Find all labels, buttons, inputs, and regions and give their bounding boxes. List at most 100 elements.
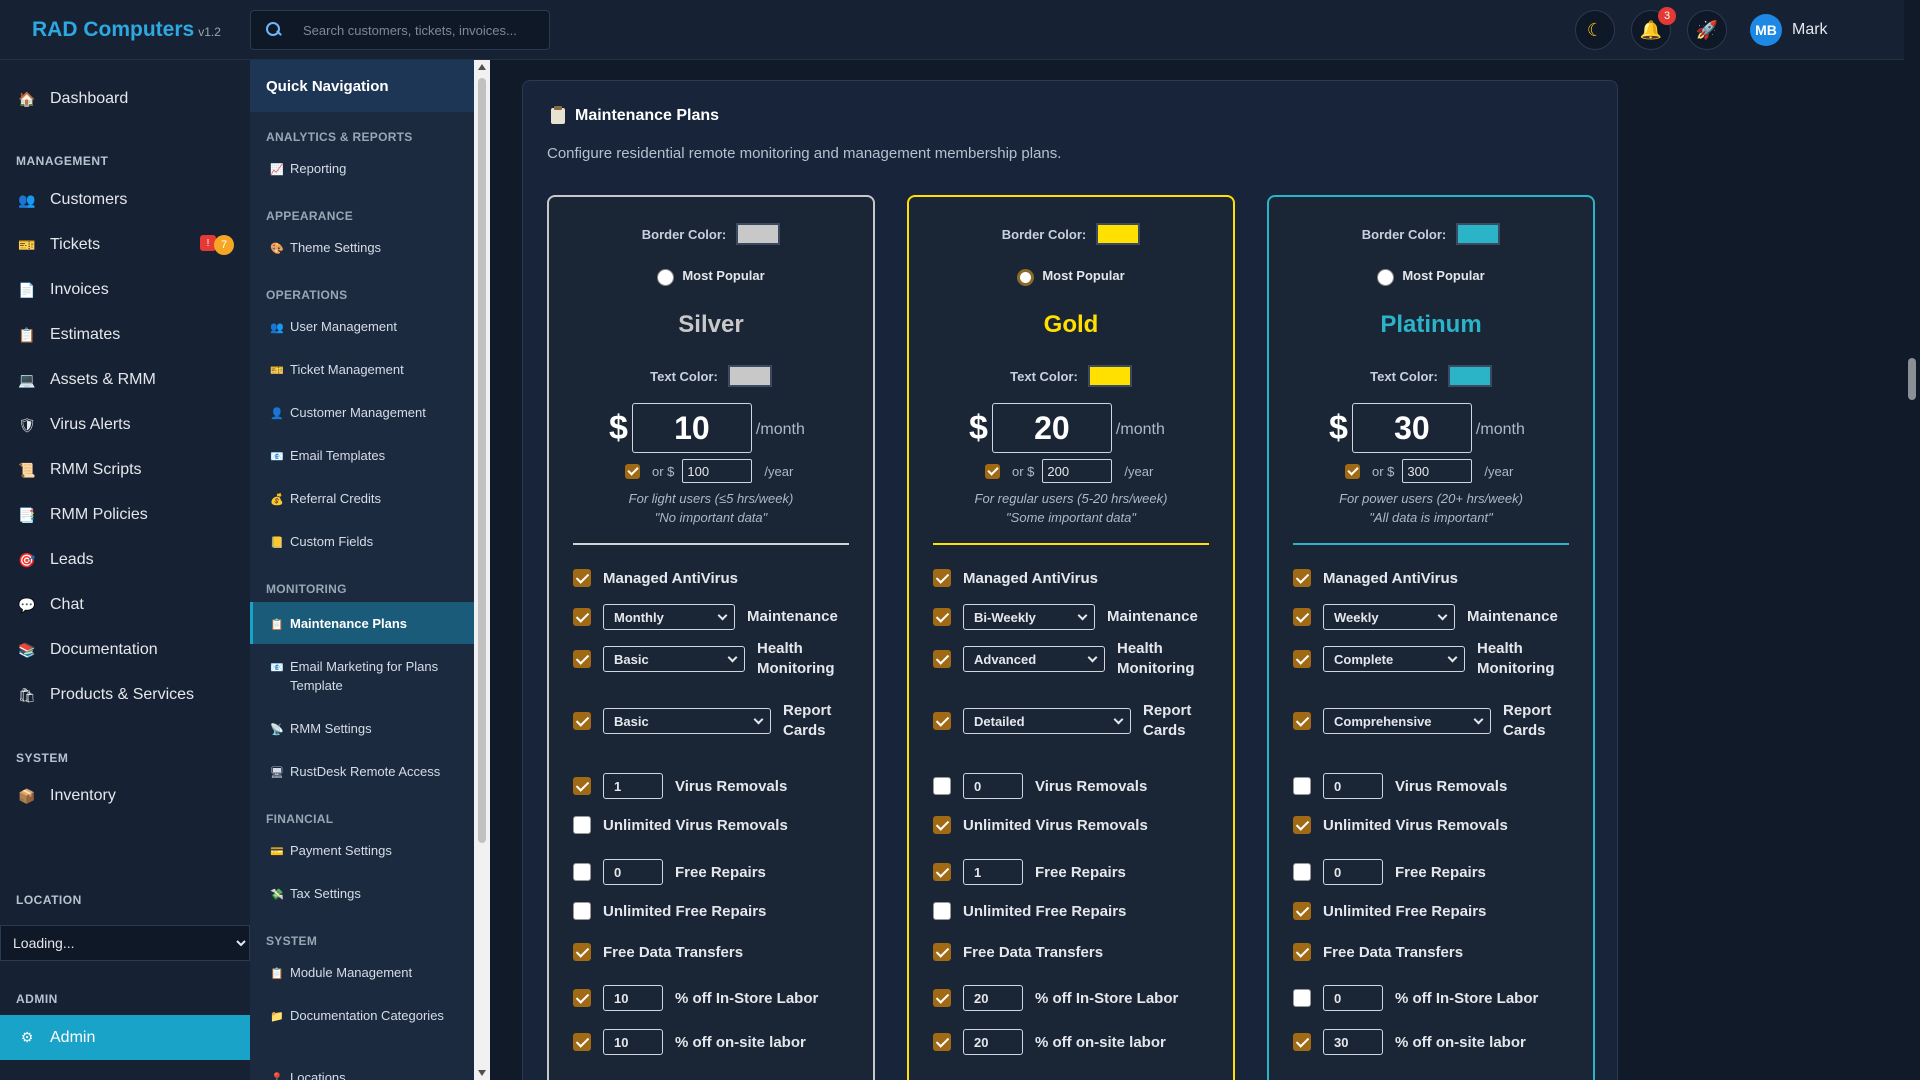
maintenance-frequency-select[interactable]: Bi-Weekly — [963, 604, 1095, 630]
border-color-picker[interactable] — [1096, 223, 1141, 245]
quicknav-scrollbar[interactable] — [474, 60, 490, 1080]
instore-labor-checkbox[interactable] — [573, 989, 591, 1007]
sidebar-item-tickets[interactable]: 🎫 Tickets ! 7 — [0, 225, 250, 265]
sidebar-item-rmm-policies[interactable]: 📑 RMM Policies — [0, 495, 250, 535]
search-input[interactable] — [303, 22, 543, 38]
monthly-price-input[interactable] — [631, 403, 752, 453]
quick-launch-button[interactable]: 🚀 — [1687, 10, 1727, 50]
free-repairs-checkbox[interactable] — [933, 863, 951, 881]
onsite-labor-input[interactable]: 30 — [1323, 1029, 1383, 1055]
text-color-picker[interactable] — [1087, 365, 1132, 387]
health-monitoring-checkbox[interactable] — [1293, 650, 1311, 668]
virus-removals-checkbox[interactable] — [933, 777, 951, 795]
report-cards-checkbox[interactable] — [1293, 712, 1311, 730]
sidebar-item-customers[interactable]: 👥 Customers — [0, 180, 250, 220]
onsite-labor-checkbox[interactable] — [933, 1033, 951, 1051]
most-popular-row[interactable]: Most Popular — [1269, 265, 1593, 286]
report-cards-checkbox[interactable] — [573, 712, 591, 730]
virus-removals-input[interactable]: 0 — [963, 773, 1023, 799]
yearly-price-input[interactable] — [1042, 459, 1113, 483]
free-repairs-checkbox[interactable] — [573, 863, 591, 881]
managed-antivirus-checkbox[interactable] — [1293, 569, 1311, 587]
sidebar-item-assets[interactable]: 💻 Assets & RMM — [0, 360, 250, 400]
maintenance-frequency-select[interactable]: Weekly — [1323, 604, 1455, 630]
most-popular-radio[interactable] — [657, 269, 675, 286]
maintenance-checkbox[interactable] — [1293, 608, 1311, 626]
sidebar-item-documentation[interactable]: 📚 Documentation — [0, 630, 250, 670]
sidebar-item-estimates[interactable]: 📋 Estimates — [0, 315, 250, 355]
qnav-item-email-templates[interactable]: 📧 Email Templates — [250, 446, 474, 465]
yearly-enabled-checkbox[interactable] — [625, 463, 640, 479]
instore-labor-checkbox[interactable] — [933, 989, 951, 1007]
instore-labor-input[interactable]: 20 — [963, 985, 1023, 1011]
onsite-labor-input[interactable]: 10 — [603, 1029, 663, 1055]
free-data-transfers-checkbox[interactable] — [933, 943, 951, 961]
monthly-price-input[interactable] — [1351, 403, 1472, 453]
managed-antivirus-checkbox[interactable] — [573, 569, 591, 587]
dark-mode-toggle[interactable]: ☾ — [1575, 10, 1615, 50]
most-popular-radio[interactable] — [1017, 269, 1035, 286]
notifications-button[interactable]: 🔔 3 — [1631, 7, 1676, 50]
onsite-labor-input[interactable]: 20 — [963, 1029, 1023, 1055]
most-popular-row[interactable]: Most Popular — [549, 265, 873, 286]
free-repairs-input[interactable]: 0 — [603, 859, 663, 885]
maintenance-checkbox[interactable] — [573, 608, 591, 626]
health-monitoring-select[interactable]: Advanced — [963, 646, 1105, 672]
free-repairs-checkbox[interactable] — [1293, 863, 1311, 881]
scroll-down-icon[interactable] — [478, 1070, 486, 1076]
qnav-item-tax-settings[interactable]: 💸 Tax Settings — [250, 884, 474, 903]
virus-removals-input[interactable]: 1 — [603, 773, 663, 799]
most-popular-row[interactable]: Most Popular — [909, 265, 1233, 286]
qnav-item-doc-categories[interactable]: 📁 Documentation Categories — [250, 1006, 474, 1025]
text-color-picker[interactable] — [727, 365, 772, 387]
health-monitoring-select[interactable]: Complete — [1323, 646, 1465, 672]
qnav-item-user-management[interactable]: 👥 User Management — [250, 317, 474, 336]
most-popular-radio[interactable] — [1377, 269, 1395, 286]
global-search[interactable] — [250, 10, 550, 50]
avatar[interactable]: MB — [1750, 14, 1782, 46]
scrollbar-thumb[interactable] — [478, 78, 486, 843]
qnav-item-custom-fields[interactable]: 📒 Custom Fields — [250, 532, 474, 551]
qnav-item-customer-management[interactable]: 👤 Customer Management — [250, 403, 474, 422]
brand-logo[interactable]: RAD Computers v1.2 — [32, 18, 221, 42]
free-repairs-input[interactable]: 0 — [1323, 859, 1383, 885]
free-data-transfers-checkbox[interactable] — [1293, 943, 1311, 961]
health-monitoring-checkbox[interactable] — [933, 650, 951, 668]
yearly-enabled-checkbox[interactable] — [1345, 463, 1360, 479]
text-color-picker[interactable] — [1447, 365, 1492, 387]
sidebar-item-chat[interactable]: 💬 Chat — [0, 585, 250, 625]
yearly-price-input[interactable] — [682, 459, 753, 483]
location-select[interactable]: Loading... — [0, 925, 250, 961]
report-cards-select[interactable]: Basic — [603, 708, 771, 734]
sidebar-item-rmm-scripts[interactable]: 📜 RMM Scripts — [0, 450, 250, 490]
unlimited-free-repairs-checkbox[interactable] — [1293, 902, 1311, 920]
onsite-labor-checkbox[interactable] — [1293, 1033, 1311, 1051]
instore-labor-input[interactable]: 0 — [1323, 985, 1383, 1011]
qnav-item-module-management[interactable]: 📋 Module Management — [250, 963, 474, 982]
instore-labor-checkbox[interactable] — [1293, 989, 1311, 1007]
qnav-item-maintenance-plans[interactable]: 📋 Maintenance Plans — [250, 602, 474, 644]
scroll-up-icon[interactable] — [478, 64, 486, 70]
free-data-transfers-checkbox[interactable] — [573, 943, 591, 961]
virus-removals-input[interactable]: 0 — [1323, 773, 1383, 799]
qnav-item-ticket-management[interactable]: 🎫 Ticket Management — [250, 360, 474, 379]
unlimited-virus-removals-checkbox[interactable] — [573, 816, 591, 834]
health-monitoring-select[interactable]: Basic — [603, 646, 745, 672]
report-cards-select[interactable]: Comprehensive — [1323, 708, 1491, 734]
user-name[interactable]: Mark — [1792, 21, 1828, 39]
unlimited-free-repairs-checkbox[interactable] — [573, 902, 591, 920]
border-color-picker[interactable] — [736, 223, 781, 245]
health-monitoring-checkbox[interactable] — [573, 650, 591, 668]
sidebar-item-virus-alerts[interactable]: 🛡 Virus Alerts — [0, 405, 250, 445]
qnav-item-email-marketing[interactable]: 📧 Email Marketing for Plans Template — [250, 657, 474, 695]
monthly-price-input[interactable] — [991, 403, 1112, 453]
border-color-picker[interactable] — [1456, 223, 1501, 245]
unlimited-virus-removals-checkbox[interactable] — [933, 816, 951, 834]
qnav-item-theme-settings[interactable]: 🎨 Theme Settings — [250, 238, 474, 257]
unlimited-free-repairs-checkbox[interactable] — [933, 902, 951, 920]
sidebar-item-inventory[interactable]: 📦 Inventory — [0, 776, 250, 816]
page-scrollbar[interactable] — [1904, 0, 1920, 1080]
instore-labor-input[interactable]: 10 — [603, 985, 663, 1011]
yearly-price-input[interactable] — [1402, 459, 1473, 483]
free-repairs-input[interactable]: 1 — [963, 859, 1023, 885]
